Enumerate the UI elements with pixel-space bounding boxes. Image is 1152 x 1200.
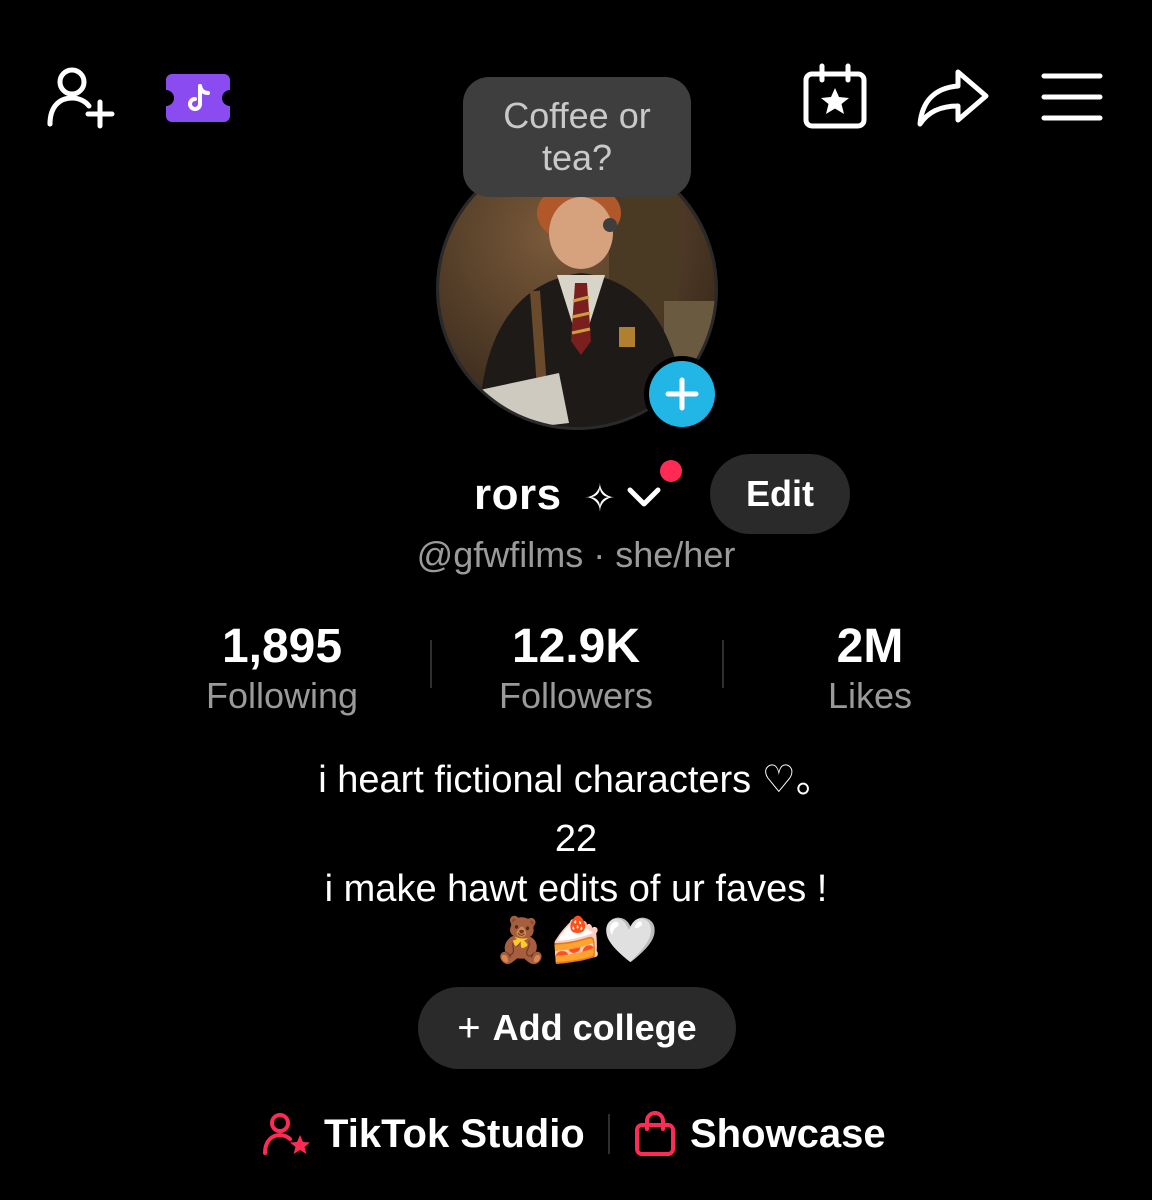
bio-line: i heart fictional characters ♡。 [318,759,834,801]
tiktok-studio-label: TikTok Studio [324,1111,585,1156]
add-story-button[interactable] [644,356,720,432]
pronouns: she/her [615,534,736,575]
likes-stat[interactable]: 2M Likes [750,620,990,718]
shopping-bag-icon [635,1111,675,1156]
stat-divider [430,640,432,688]
note-bubble[interactable]: Coffee or tea? [463,77,691,197]
following-label: Following [205,675,359,716]
showcase-label: Showcase [690,1111,886,1156]
hamburger-menu-icon [1041,73,1103,121]
sparkle-glyph: ✧ [584,478,616,520]
tiktok-studio-link[interactable]: TikTok Studio [262,1108,585,1160]
plus-icon [665,377,699,411]
bio-line: 22 [554,818,598,860]
likes-count: 2M [836,620,904,673]
link-divider [608,1114,610,1154]
note-text: Coffee or tea? [503,95,651,178]
bio-line: i make hawt edits of ur faves ! [324,868,828,910]
followers-count: 12.9K [511,620,641,673]
name-row: rors ✧ Edit [0,454,1152,534]
followers-label: Followers [498,675,654,716]
stat-divider [722,640,724,688]
showcase-link[interactable]: Showcase [634,1108,886,1160]
plus-icon: + [457,1005,481,1050]
add-college-button[interactable]: + Add college [418,987,736,1069]
calendar-button[interactable] [800,62,872,132]
edit-profile-button[interactable]: Edit [710,454,850,534]
following-count: 1,895 [221,620,343,673]
likes-label: Likes [827,675,913,716]
following-stat[interactable]: 1,895 Following [162,620,402,718]
handle-separator: · [593,534,606,575]
add-story-circle [649,361,715,427]
notification-dot [660,460,682,482]
tiktok-ticket-icon [166,74,230,122]
username-handle: @gfwfilms [416,534,584,575]
note-bubble-tail [603,218,617,232]
add-college-label: Add college [492,1007,697,1048]
chevron-down-icon[interactable] [626,482,662,512]
handle-row: @gfwfilms · she/her [0,534,1152,576]
display-name: rors [474,470,562,519]
share-button[interactable] [914,62,992,132]
menu-button[interactable] [1038,68,1106,126]
person-add-icon [47,67,115,129]
share-arrow-icon [917,69,989,127]
person-star-icon [263,1113,310,1155]
promo-ticket-button[interactable] [164,72,232,124]
bio-emoji-line: 🧸🍰🤍 [493,916,659,965]
add-friend-button[interactable] [44,62,120,132]
calendar-star-icon [803,63,867,129]
followers-stat[interactable]: 12.9K Followers [456,620,696,718]
profile-screen: Coffee or tea? rors ✧ Edit @gfwfilms · s… [0,0,1152,1200]
